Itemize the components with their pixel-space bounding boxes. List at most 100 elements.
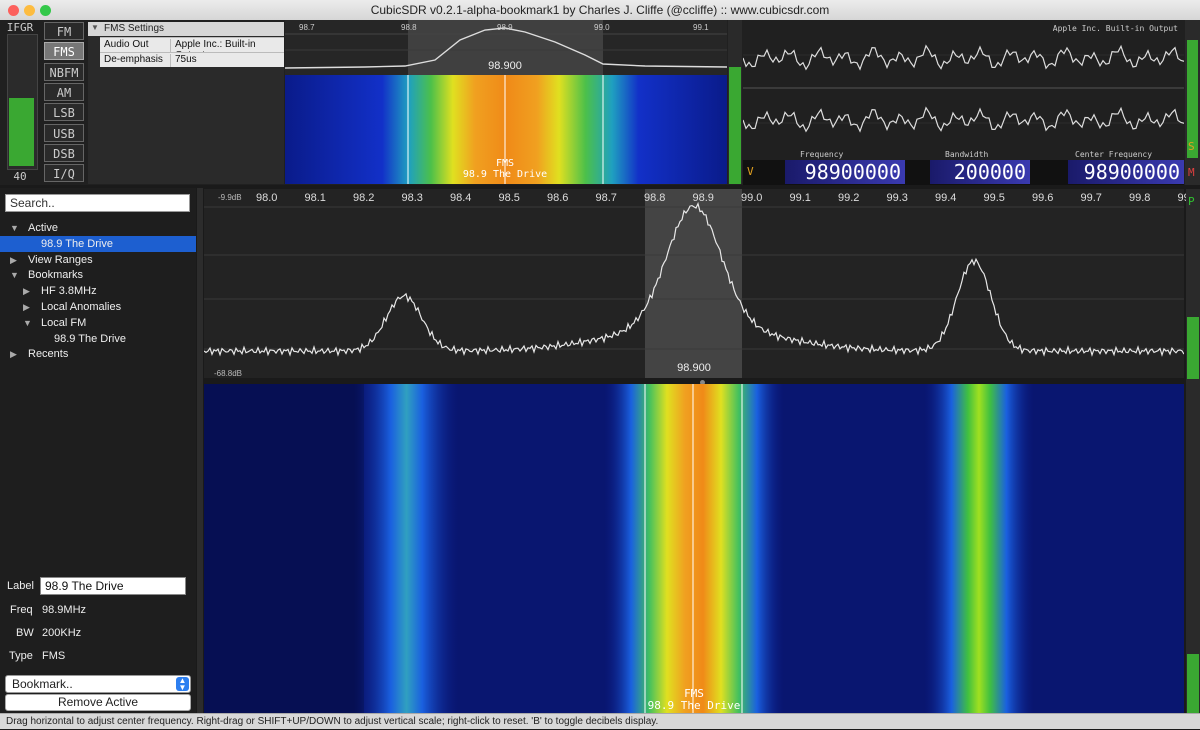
- tree-item-label: 98.9 The Drive: [41, 237, 113, 250]
- mode-button-fms[interactable]: FMS: [44, 42, 84, 61]
- title-bar: CubicSDR v0.2.1-alpha-bookmark1 by Charl…: [0, 0, 1200, 21]
- mini-overlay-mode: FMS: [495, 158, 515, 169]
- tree-item-label: Recents: [28, 348, 69, 361]
- audio-scope[interactable]: Apple Inc. Built-in Output: [743, 20, 1184, 160]
- tree-item-label: View Ranges: [28, 253, 93, 266]
- tree-item[interactable]: ▶ Recents: [0, 346, 196, 362]
- main-tick-label: 98.6: [547, 192, 569, 204]
- tree-item[interactable]: ▶ HF 3.8MHz: [0, 283, 196, 299]
- type-value: FMS: [42, 650, 66, 662]
- collapsed-triangle-icon[interactable]: ▶: [23, 283, 30, 299]
- audio-level-meter: [728, 20, 742, 184]
- right-level-strip: P: [1186, 189, 1200, 713]
- collapsed-triangle-icon[interactable]: ▶: [10, 252, 17, 268]
- mini-center-freq-label: 98.900: [488, 60, 522, 72]
- center-frequency-label: Center Frequency: [1075, 150, 1153, 159]
- bookmark-select-value: Bookmark..: [12, 677, 73, 691]
- main-waterfall-image: [204, 384, 1184, 713]
- center-frequency-display[interactable]: 98900000: [1068, 160, 1184, 184]
- tree-item-label: HF 3.8MHz: [41, 285, 97, 298]
- main-tick-label: 98.0: [256, 192, 278, 204]
- expanded-triangle-icon[interactable]: ▼: [10, 220, 19, 236]
- bookmark-select[interactable]: Bookmark.. ▲ ▼: [5, 675, 191, 693]
- tree-item[interactable]: 98.9 The Drive: [0, 331, 196, 347]
- expanded-triangle-icon[interactable]: ▼: [10, 267, 19, 283]
- mode-button-lsb[interactable]: LSB: [44, 103, 84, 122]
- select-arrows-icon: ▲ ▼: [176, 677, 189, 692]
- audio-level-fill: [729, 67, 741, 184]
- label-key: Label: [7, 580, 34, 592]
- main-tick-label: 99.7: [1080, 192, 1102, 204]
- setting-row-audio-out[interactable]: Audio Out Apple Inc.: Built-in Output: [100, 37, 284, 61]
- mode-button-nbfm[interactable]: NBFM: [44, 62, 84, 81]
- main-tick-label: 98.1: [304, 192, 326, 204]
- tree-item[interactable]: ▶ Local Anomalies: [0, 299, 196, 315]
- tree-item-label: Local FM: [41, 316, 87, 329]
- tree-item[interactable]: ▶ View Ranges: [0, 252, 196, 268]
- main-waterfall[interactable]: FMS 98.9 The Drive: [204, 384, 1184, 713]
- waterfall-overlay: FMS 98.9 The Drive: [624, 688, 764, 712]
- settings-header[interactable]: ▼ FMS Settings: [88, 22, 284, 36]
- gain-label: IFGR: [6, 21, 34, 34]
- main-tick-label: 99.4: [935, 192, 957, 204]
- main-tick-label: 98.9: [692, 192, 714, 204]
- tree-item-label: 98.9 The Drive: [54, 332, 126, 345]
- bw-key: BW: [16, 627, 34, 639]
- tree-item[interactable]: ▼ Bookmarks: [0, 267, 196, 283]
- collapsed-triangle-icon[interactable]: ▶: [10, 346, 17, 362]
- mode-button-am[interactable]: AM: [44, 82, 84, 101]
- main-tick-label: 98.7: [595, 192, 617, 204]
- main-tick-label: 98.2: [353, 192, 375, 204]
- scope-plot: [743, 44, 1184, 133]
- label-input[interactable]: 98.9 The Drive: [40, 577, 186, 595]
- modem-settings-panel: ▼ FMS Settings Audio Out Apple Inc.: Bui…: [88, 22, 284, 184]
- main-tick-label: 99.0: [741, 192, 763, 204]
- freq-value: 98.9MHz: [42, 604, 87, 616]
- main-spectrum[interactable]: -9.9dB -68.8dB 98.0 98.1 98.2 98.3 98.4 98.5 9…: [204, 189, 1199, 378]
- side-v-indicator[interactable]: V: [747, 165, 754, 178]
- tree-item[interactable]: ▼ Active: [0, 220, 196, 236]
- tree-item[interactable]: ▼ Local FM: [0, 315, 196, 331]
- side-s-indicator[interactable]: S: [1188, 140, 1195, 153]
- signal-meter: S M: [1185, 20, 1200, 185]
- freq-key: Freq: [10, 604, 33, 616]
- mode-button-iq[interactable]: I/Q: [44, 164, 84, 183]
- setting-row-deemphasis[interactable]: De-emphasis 75us: [100, 52, 284, 67]
- main-tick-label: 99.6: [1032, 192, 1054, 204]
- main-tick-label: 99.1: [789, 192, 811, 204]
- mini-tick-label: 98.7: [299, 23, 315, 32]
- side-m-indicator[interactable]: M: [1188, 166, 1195, 179]
- mini-overlay-name: 98.9 The Drive: [462, 169, 548, 180]
- overlay-name: 98.9 The Drive: [647, 699, 741, 712]
- mini-waterfall[interactable]: FMS 98.9 The Drive: [285, 75, 727, 184]
- right-level-fill-1: [1187, 317, 1199, 379]
- main-tick-label: 98.3: [401, 192, 423, 204]
- setting-key: De-emphasis: [104, 54, 163, 65]
- mini-tick-label: 99.1: [693, 23, 709, 32]
- search-input[interactable]: Search..: [5, 194, 190, 212]
- setting-value: 75us: [170, 54, 197, 67]
- remove-active-button[interactable]: Remove Active: [5, 694, 191, 711]
- mini-spectrum[interactable]: 98.7 98.8 98.9 99.0 99.1 98.900: [285, 20, 727, 75]
- main-tick-label: 98.4: [450, 192, 472, 204]
- collapsed-triangle-icon[interactable]: ▶: [23, 299, 30, 315]
- gain-value: 40: [13, 170, 27, 183]
- tree-item[interactable]: 98.9 The Drive: [0, 235, 196, 252]
- main-tick-label: 98.5: [498, 192, 520, 204]
- mode-button-dsb[interactable]: DSB: [44, 143, 84, 162]
- tree-item-label: Active: [28, 222, 58, 234]
- collapse-triangle-icon: ▼: [91, 23, 99, 32]
- main-tick-label: 99.3: [886, 192, 908, 204]
- frequency-display[interactable]: 98900000: [785, 160, 905, 184]
- bw-value: 200KHz: [42, 627, 82, 639]
- mini-tick-label: 98.8: [401, 23, 417, 32]
- side-p-indicator[interactable]: P: [1188, 195, 1195, 208]
- panel-splitter[interactable]: [197, 188, 203, 713]
- main-spectrum-plot: [204, 189, 1184, 378]
- mode-button-fm[interactable]: FM: [44, 22, 84, 40]
- setting-value: Apple Inc.: Built-in Output: [170, 39, 284, 61]
- bandwidth-display[interactable]: 200000: [930, 160, 1030, 184]
- mode-button-usb[interactable]: USB: [44, 123, 84, 142]
- expanded-triangle-icon[interactable]: ▼: [23, 315, 32, 331]
- scope-device-label: Apple Inc. Built-in Output: [1052, 24, 1178, 33]
